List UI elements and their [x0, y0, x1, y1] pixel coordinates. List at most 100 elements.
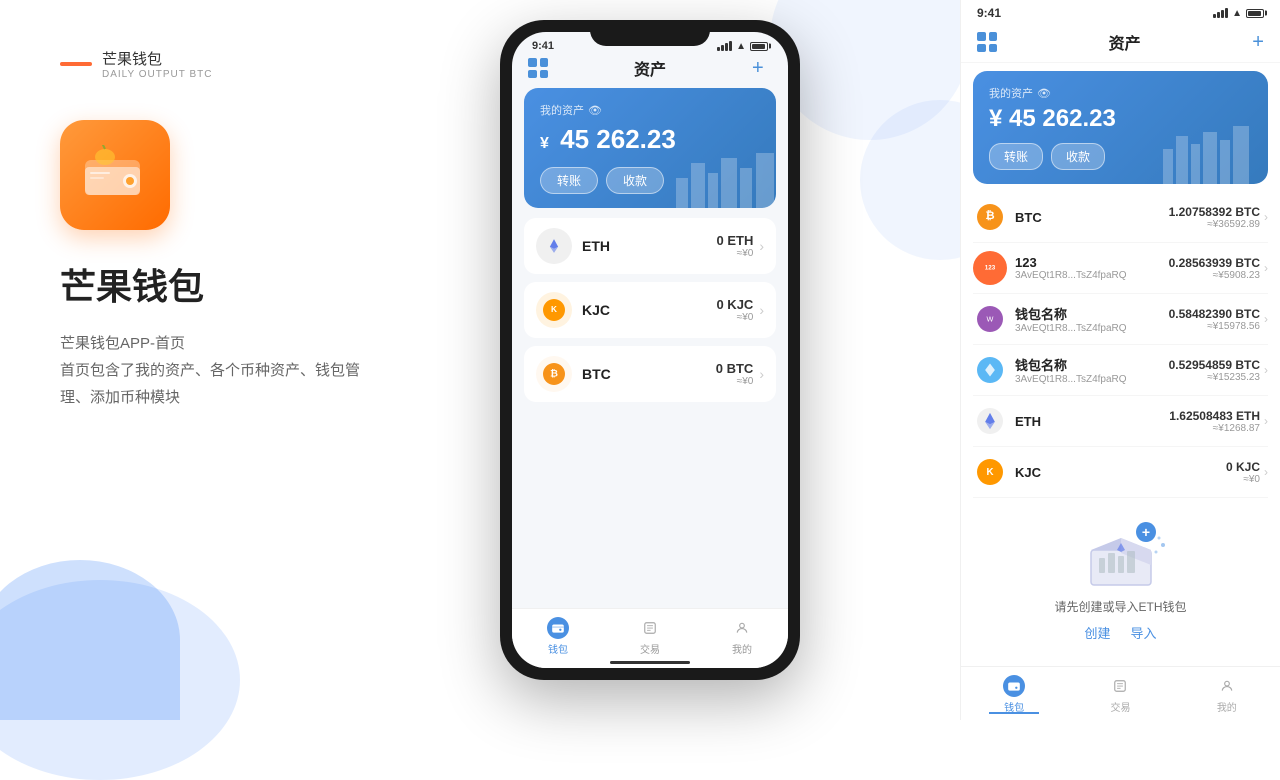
coin-name-kjc: KJC [582, 302, 716, 318]
nav-label-profile: 我的 [732, 641, 752, 656]
svg-text:W: W [987, 315, 994, 324]
wallet-nav-icon [547, 617, 569, 639]
right-nav-item-profile[interactable]: 我的 [1216, 675, 1238, 714]
right-grid-dot-3 [977, 44, 986, 53]
eth-icon [536, 228, 572, 264]
right-coin-amount-wallet2: 0.58482390 BTC ≈¥15978.56 [1169, 307, 1260, 332]
menu-grid-icon[interactable] [528, 58, 548, 78]
eth-create-button[interactable]: 创建 [1084, 623, 1110, 642]
right-wifi-icon: ▲ [1232, 8, 1242, 19]
signal-bar-r4 [1225, 8, 1228, 18]
eth-prompt-actions: 创建 导入 [977, 623, 1264, 642]
right-list-item[interactable]: ETH 1.62508483 ETH ≈¥1268.87 › [973, 396, 1268, 447]
left-section: 芒果钱包 DAILY OUTPUT BTC 芒果钱包 芒果钱包APP-首页 首页… [0, 0, 560, 720]
app-title: 芒果钱包 [60, 258, 500, 310]
right-currency-symbol: ¥ [989, 105, 1002, 132]
phone-mockup: 9:41 ▲ [500, 20, 810, 700]
right-coin-info-kjc: KJC [1015, 465, 1226, 480]
right-header-title: 资产 [1109, 30, 1141, 54]
asset-label: 我的资产 👁 [540, 102, 760, 118]
eye-icon[interactable]: 👁 [588, 104, 602, 117]
right-panel: 9:41 ▲ 资产 + [960, 0, 1280, 720]
right-list-item[interactable]: W 钱包名称 3AvEQt1R8...TsZ4fpaRQ 0.58482390 … [973, 294, 1268, 345]
right-grid-dot-1 [977, 32, 986, 41]
right-status-time: 9:41 [977, 6, 1001, 20]
asset-card: 我的资产 👁 ¥ 45 262.23 转账 收款 [524, 88, 776, 208]
right-asset-label: 我的资产 👁 [989, 85, 1252, 101]
nav-item-wallet[interactable]: 钱包 [547, 617, 569, 656]
right-grid-dot-2 [989, 32, 998, 41]
list-item[interactable]: K KJC 0 KJC ≈¥0 › [524, 282, 776, 338]
signal-bar-r2 [1217, 12, 1220, 18]
right-list-item[interactable]: 123 123 3AvEQt1R8...TsZ4fpaRQ 0.28563939… [973, 243, 1268, 294]
right-asset-card: 我的资产 👁 ¥ 45 262.23 转账 收款 [973, 71, 1268, 184]
svg-text:123: 123 [985, 264, 996, 271]
right-receive-button[interactable]: 收款 [1051, 143, 1105, 170]
right-chevron-icon: › [1264, 210, 1268, 224]
coin-amount-btc: 0 BTC ≈¥0 [716, 361, 754, 387]
signal-bar-4 [729, 41, 732, 51]
right-btc-icon: ₿ [973, 200, 1007, 234]
svg-text:K: K [551, 305, 557, 314]
right-nav-label-transactions: 交易 [1110, 699, 1130, 714]
right-coin-info-eth: ETH [1015, 414, 1169, 429]
right-transfer-button[interactable]: 转账 [989, 143, 1043, 170]
right-coin-info-btc: BTC [1015, 210, 1169, 225]
phone-app-header: 资产 + [512, 52, 788, 88]
battery-fill [752, 44, 765, 49]
grid-dot-1 [528, 58, 537, 67]
right-eye-icon[interactable]: 👁 [1037, 87, 1051, 100]
phone-screen: 9:41 ▲ [512, 32, 788, 668]
right-nav-indicator [989, 712, 1039, 714]
btc-icon: ₿ [536, 356, 572, 392]
right-coin-info-wallet3: 钱包名称 3AvEQt1R8...TsZ4fpaRQ [1015, 355, 1169, 385]
chevron-right-icon: › [759, 302, 764, 318]
decorative-blob-2 [0, 560, 180, 720]
chevron-right-icon: › [759, 238, 764, 254]
right-status-bar: 9:41 ▲ [961, 0, 1280, 26]
grid-dot-4 [540, 70, 549, 79]
nav-item-profile[interactable]: 我的 [731, 617, 753, 656]
svg-text:+: + [1141, 524, 1149, 540]
right-transaction-nav-icon [1109, 675, 1131, 697]
list-item[interactable]: ₿ BTC 0 BTC ≈¥0 › [524, 346, 776, 402]
right-kjc-icon: K [973, 455, 1007, 489]
right-nav-item-transactions[interactable]: 交易 [1109, 675, 1131, 714]
transaction-nav-icon [639, 617, 661, 639]
phone-frame: 9:41 ▲ [500, 20, 800, 680]
app-icon [60, 120, 170, 230]
nav-item-transactions[interactable]: 交易 [639, 617, 661, 656]
coin-amount-eth: 0 ETH ≈¥0 [716, 233, 753, 259]
right-wallet3-icon [973, 353, 1007, 387]
brand-bar: 芒果钱包 DAILY OUTPUT BTC [60, 48, 500, 80]
right-list-item[interactable]: 钱包名称 3AvEQt1R8...TsZ4fpaRQ 0.52954859 BT… [973, 345, 1268, 396]
profile-nav-icon [731, 617, 753, 639]
right-nav-item-wallet[interactable]: 钱包 [1003, 675, 1025, 714]
grid-dot-3 [528, 70, 537, 79]
brand-name: 芒果钱包 [102, 48, 212, 69]
eth-prompt-illustration: + [1071, 510, 1171, 590]
battery-icon [750, 42, 768, 51]
eth-import-button[interactable]: 导入 [1131, 623, 1157, 642]
right-coin-amount-kjc: 0 KJC ≈¥0 [1226, 460, 1260, 485]
nav-label-wallet: 钱包 [548, 641, 568, 656]
right-add-button[interactable]: + [1252, 31, 1264, 54]
status-icons: ▲ [717, 41, 768, 52]
coin-name-btc: BTC [582, 366, 716, 382]
wifi-icon: ▲ [736, 41, 746, 52]
transfer-button[interactable]: 转账 [540, 167, 598, 194]
add-coin-button[interactable]: + [752, 58, 772, 78]
right-list-item[interactable]: ₿ BTC 1.20758392 BTC ≈¥36592.89 › [973, 192, 1268, 243]
receive-button[interactable]: 收款 [606, 167, 664, 194]
list-item[interactable]: ETH 0 ETH ≈¥0 › [524, 218, 776, 274]
right-chevron-icon: › [1264, 465, 1268, 479]
right-list-item[interactable]: K KJC 0 KJC ≈¥0 › [973, 447, 1268, 498]
coin-list: ETH 0 ETH ≈¥0 › K KJC 0 KJC ≈¥0 [512, 218, 788, 402]
svg-text:₿: ₿ [550, 369, 558, 380]
right-bottom-navigation: 钱包 交易 我的 [961, 666, 1280, 720]
svg-text:₿: ₿ [985, 210, 994, 222]
signal-bar-2 [721, 45, 724, 51]
right-coin-amount-123: 0.28563939 BTC ≈¥5908.23 [1169, 256, 1260, 281]
right-menu-grid-icon[interactable] [977, 32, 997, 52]
signal-bar-r3 [1221, 10, 1224, 18]
